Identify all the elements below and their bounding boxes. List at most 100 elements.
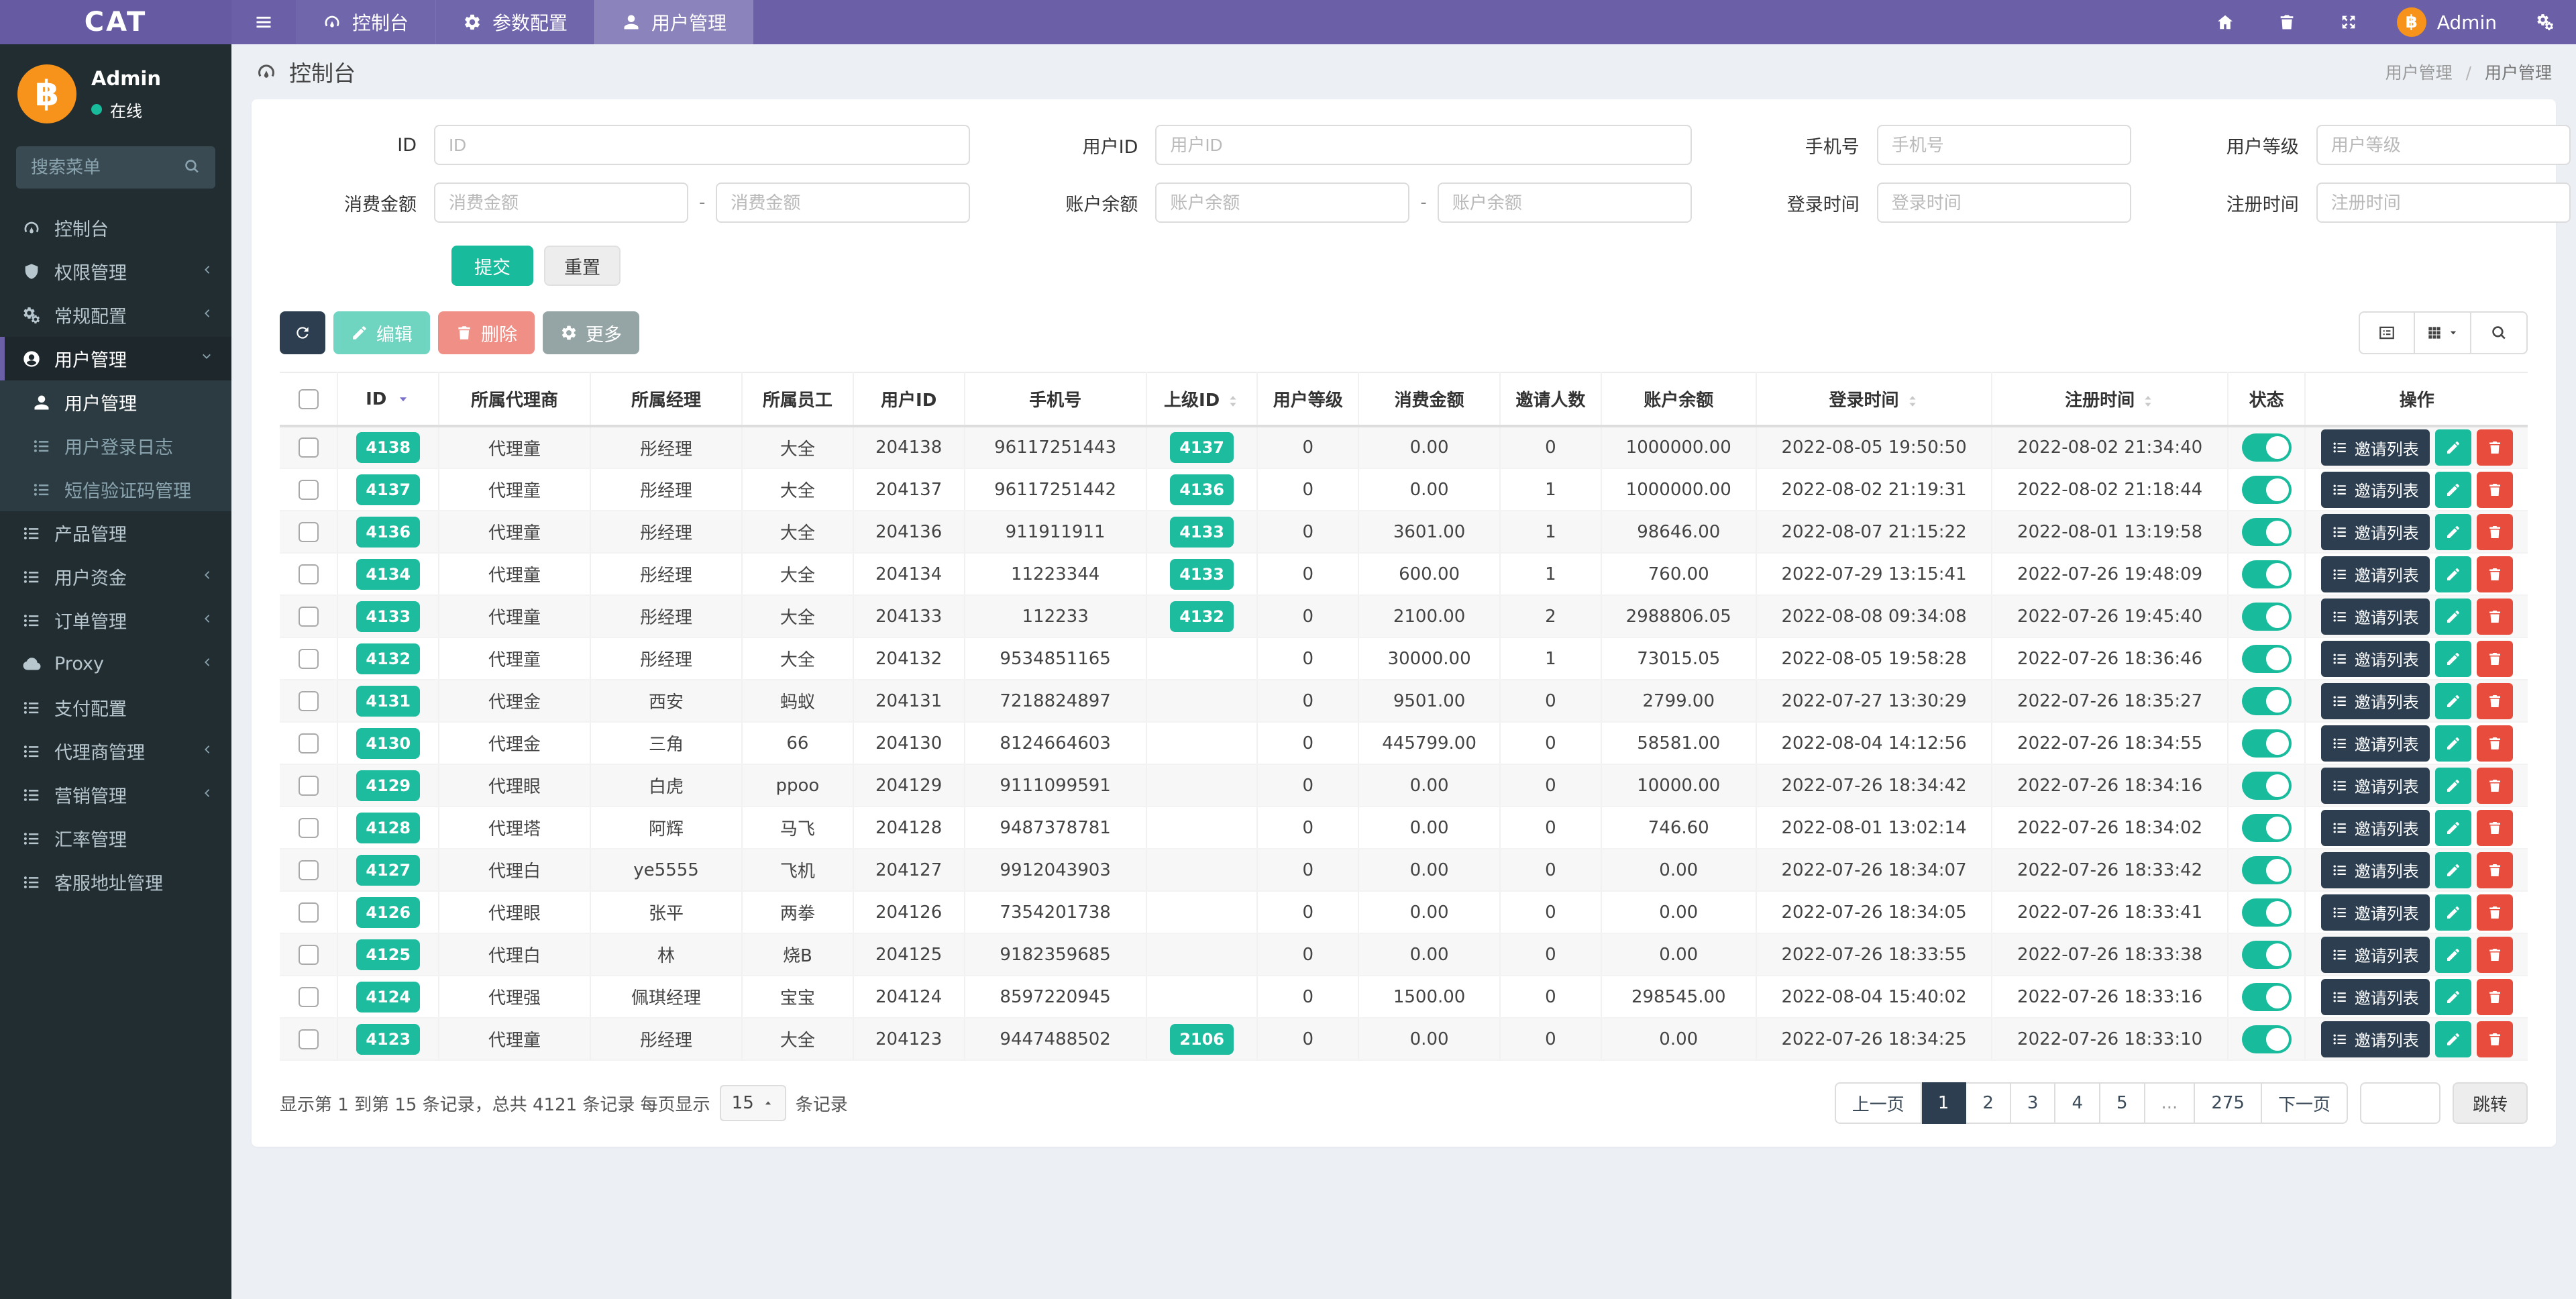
- filter-input-login-time[interactable]: [1876, 183, 2131, 223]
- sidebar-item-exchange-rate[interactable]: 汇率管理: [0, 817, 231, 860]
- row-edit-button[interactable]: [2434, 1021, 2471, 1057]
- filter-input-account-balance-max[interactable]: [1437, 183, 1692, 223]
- sidebar-subitem-user-login-log[interactable]: 用户登录日志: [0, 424, 231, 468]
- row-delete-button[interactable]: [2476, 429, 2513, 466]
- row-edit-button[interactable]: [2434, 767, 2471, 804]
- page-size-select[interactable]: 15: [719, 1085, 786, 1121]
- invite-list-button[interactable]: 邀请列表: [2320, 725, 2430, 762]
- invite-list-button[interactable]: 邀请列表: [2320, 598, 2430, 635]
- invite-list-button[interactable]: 邀请列表: [2320, 767, 2430, 804]
- row-delete-button[interactable]: [2476, 894, 2513, 931]
- filter-input-phone[interactable]: [1876, 125, 2131, 165]
- pagination-page-button[interactable]: 3: [2010, 1082, 2056, 1124]
- filter-input-account-balance-min[interactable]: [1155, 183, 1410, 223]
- filter-input-user-level[interactable]: [2316, 125, 2571, 165]
- row-delete-button[interactable]: [2476, 513, 2513, 550]
- row-delete-button[interactable]: [2476, 682, 2513, 719]
- navbar-item-dashboard[interactable]: 控制台: [296, 0, 436, 44]
- status-toggle[interactable]: [2241, 855, 2292, 884]
- filter-input-user-id[interactable]: [1155, 125, 1692, 165]
- filter-input-consume-amount-min[interactable]: [434, 183, 688, 223]
- row-edit-button[interactable]: [2434, 894, 2471, 931]
- invite-list-button[interactable]: 邀请列表: [2320, 429, 2430, 466]
- pagination-prev-button[interactable]: 上一页: [1834, 1082, 1922, 1124]
- column-header-parent-id[interactable]: 上级ID: [1146, 372, 1258, 427]
- sidebar-item-user-funds[interactable]: 用户资金: [0, 555, 231, 599]
- sidebar-item-dashboard[interactable]: 控制台: [0, 206, 231, 250]
- status-toggle[interactable]: [2241, 433, 2292, 462]
- invite-list-button[interactable]: 邀请列表: [2320, 640, 2430, 677]
- status-toggle[interactable]: [2241, 898, 2292, 927]
- navbar-user-menu[interactable]: ฿ Admin: [2379, 0, 2514, 44]
- navbar-item-params-config[interactable]: 参数配置: [435, 0, 595, 44]
- sidebar-toggle-button[interactable]: [231, 0, 296, 44]
- row-delete-button[interactable]: [2476, 767, 2513, 804]
- invite-list-button[interactable]: 邀请列表: [2320, 978, 2430, 1015]
- refresh-button[interactable]: [280, 311, 325, 354]
- row-edit-button[interactable]: [2434, 809, 2471, 846]
- clear-cache-button[interactable]: [2256, 0, 2318, 44]
- sidebar-search-button[interactable]: [168, 146, 215, 189]
- status-toggle[interactable]: [2241, 771, 2292, 800]
- submit-button[interactable]: 提交: [451, 246, 533, 286]
- sidebar-item-marketing-management[interactable]: 营销管理: [0, 773, 231, 817]
- sidebar-subitem-sms-code-management[interactable]: 短信验证码管理: [0, 468, 231, 511]
- pagination-page-button[interactable]: 4: [2055, 1082, 2100, 1124]
- row-edit-button[interactable]: [2434, 556, 2471, 592]
- delete-button[interactable]: 删除: [438, 311, 535, 354]
- row-delete-button[interactable]: [2476, 640, 2513, 677]
- row-edit-button[interactable]: [2434, 851, 2471, 888]
- row-delete-button[interactable]: [2476, 556, 2513, 592]
- edit-button[interactable]: 编辑: [333, 311, 430, 354]
- row-edit-button[interactable]: [2434, 725, 2471, 762]
- filter-input-register-time[interactable]: [2316, 183, 2571, 223]
- sidebar-item-user-management[interactable]: 用户管理: [0, 337, 231, 380]
- row-checkbox[interactable]: [298, 733, 319, 754]
- brand-logo[interactable]: CAT: [0, 0, 231, 44]
- status-toggle[interactable]: [2241, 560, 2292, 588]
- invite-list-button[interactable]: 邀请列表: [2320, 556, 2430, 592]
- sidebar-item-service-address[interactable]: 客服地址管理: [0, 860, 231, 904]
- pagination-page-button[interactable]: 2: [1966, 1082, 2011, 1124]
- sidebar-item-agent-management[interactable]: 代理商管理: [0, 729, 231, 773]
- row-delete-button[interactable]: [2476, 978, 2513, 1015]
- pagination-page-button[interactable]: 5: [2100, 1082, 2145, 1124]
- row-edit-button[interactable]: [2434, 640, 2471, 677]
- sidebar-item-proxy[interactable]: Proxy: [0, 642, 231, 686]
- status-toggle[interactable]: [2241, 644, 2292, 673]
- page-jump-input[interactable]: [2359, 1082, 2440, 1124]
- row-checkbox[interactable]: [298, 479, 319, 500]
- invite-list-button[interactable]: 邀请列表: [2320, 851, 2430, 888]
- row-delete-button[interactable]: [2476, 809, 2513, 846]
- row-delete-button[interactable]: [2476, 471, 2513, 508]
- invite-list-button[interactable]: 邀请列表: [2320, 936, 2430, 973]
- breadcrumb-section[interactable]: 用户管理: [2385, 63, 2453, 83]
- column-header-id[interactable]: ID: [337, 372, 440, 427]
- row-edit-button[interactable]: [2434, 978, 2471, 1015]
- status-toggle[interactable]: [2241, 940, 2292, 969]
- sidebar-item-payment-config[interactable]: 支付配置: [0, 686, 231, 729]
- row-edit-button[interactable]: [2434, 936, 2471, 973]
- column-header-reg[interactable]: 注册时间: [1992, 372, 2229, 427]
- row-edit-button[interactable]: [2434, 598, 2471, 635]
- status-toggle[interactable]: [2241, 686, 2292, 715]
- row-checkbox[interactable]: [298, 902, 319, 923]
- row-edit-button[interactable]: [2434, 513, 2471, 550]
- status-toggle[interactable]: [2241, 813, 2292, 842]
- invite-list-button[interactable]: 邀请列表: [2320, 894, 2430, 931]
- row-checkbox[interactable]: [298, 860, 319, 880]
- invite-list-button[interactable]: 邀请列表: [2320, 513, 2430, 550]
- status-toggle[interactable]: [2241, 517, 2292, 546]
- status-toggle[interactable]: [2241, 475, 2292, 504]
- row-checkbox[interactable]: [298, 944, 319, 965]
- row-checkbox[interactable]: [298, 817, 319, 838]
- sidebar-item-order-management[interactable]: 订单管理: [0, 599, 231, 642]
- row-delete-button[interactable]: [2476, 725, 2513, 762]
- settings-button[interactable]: [2514, 0, 2576, 44]
- row-delete-button[interactable]: [2476, 851, 2513, 888]
- row-checkbox[interactable]: [298, 775, 319, 796]
- reset-button[interactable]: 重置: [544, 246, 621, 286]
- status-toggle[interactable]: [2241, 1025, 2292, 1053]
- fullscreen-button[interactable]: [2318, 0, 2379, 44]
- row-checkbox[interactable]: [298, 1029, 319, 1049]
